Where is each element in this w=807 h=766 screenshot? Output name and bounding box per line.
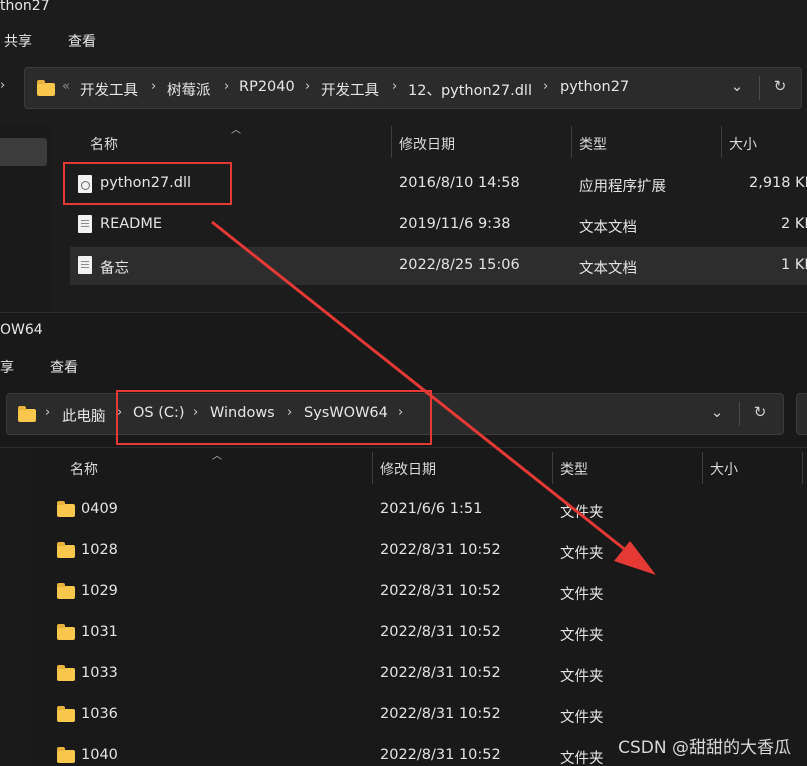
- annotation-arrow: [211, 220, 656, 575]
- annotation-arrow-line: [211, 220, 629, 554]
- watermark: CSDN @甜甜的大香瓜: [618, 738, 791, 758]
